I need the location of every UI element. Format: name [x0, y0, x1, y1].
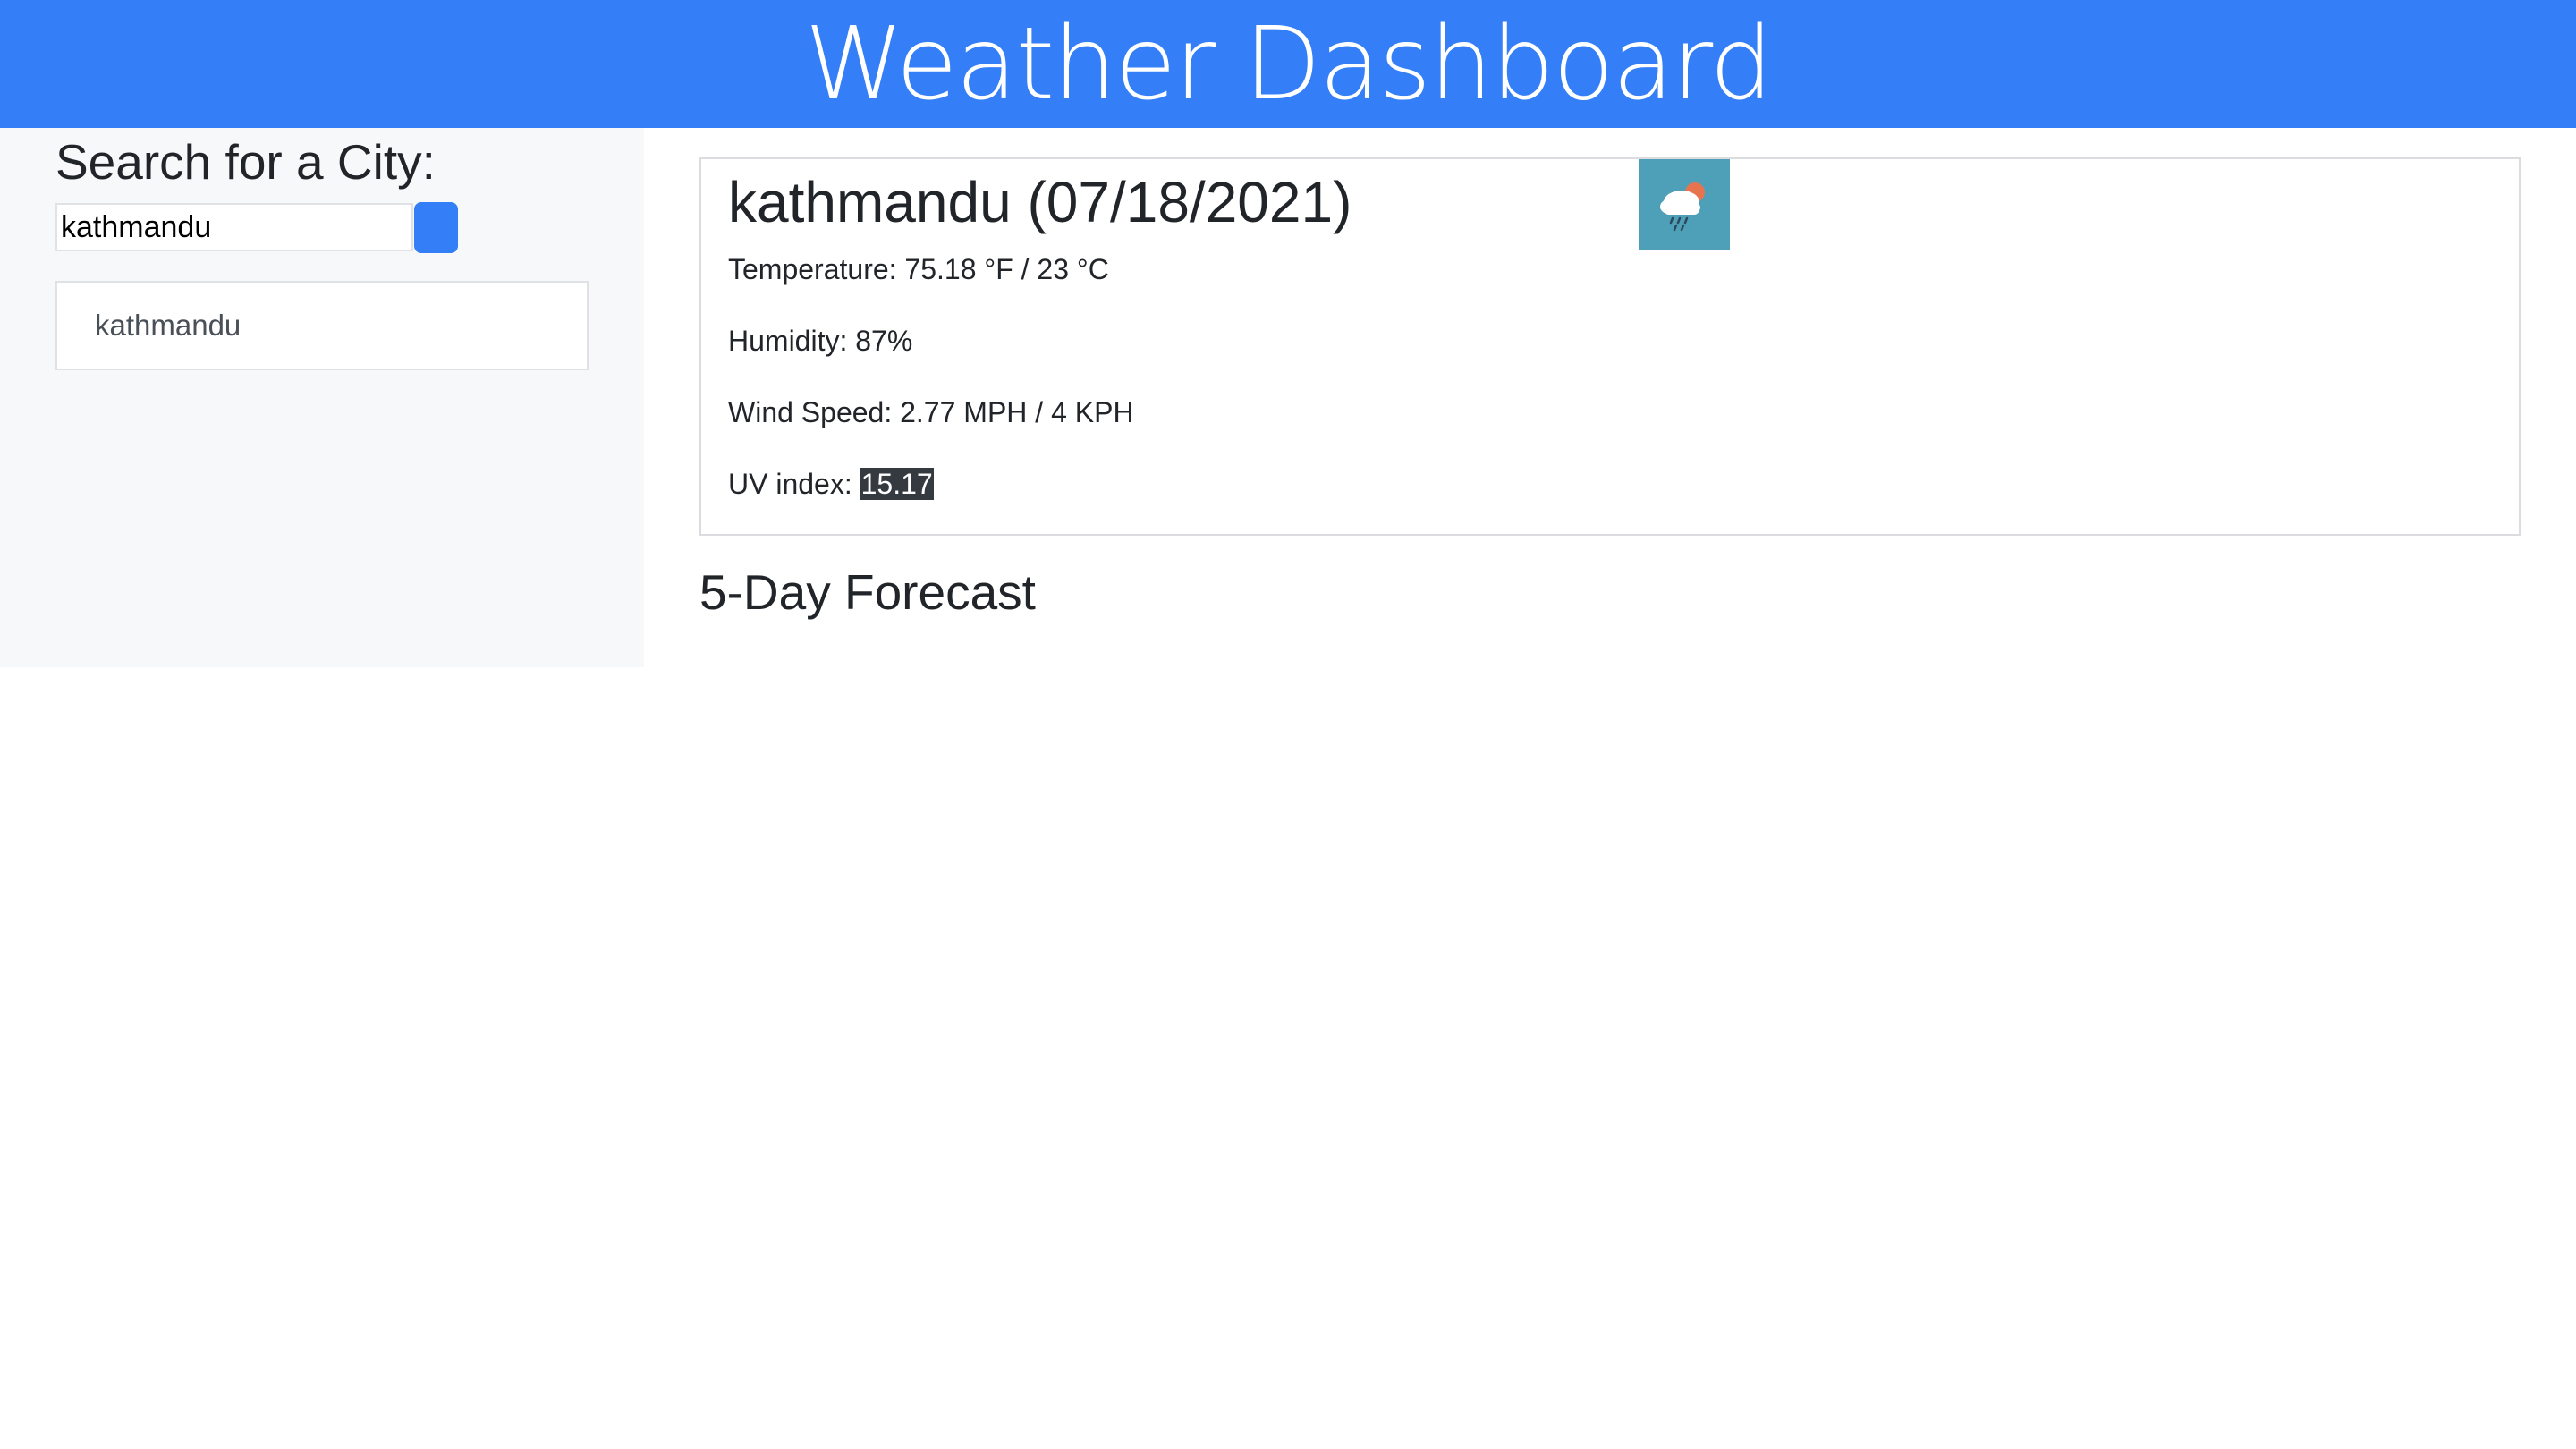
city-date-title: kathmandu (07/18/2021): [728, 170, 1352, 234]
search-heading: Search for a City:: [55, 133, 436, 190]
current-weather-card: kathmandu (07/18/2021) Temperature: 75.1…: [699, 157, 2521, 536]
weather-icon-graphic: [1660, 182, 1705, 232]
uv-index-label: UV index:: [728, 468, 860, 500]
history-item-kathmandu[interactable]: kathmandu: [55, 281, 589, 370]
search-history-list: kathmandu: [55, 281, 589, 370]
forecast-heading: 5-Day Forecast: [699, 564, 1036, 620]
rain-cloud-sun-icon: [1639, 159, 1730, 250]
city-search-input[interactable]: [55, 203, 413, 251]
app-header: Weather Dashboard: [0, 0, 2576, 128]
search-button[interactable]: [414, 202, 458, 253]
wind-speed-text: Wind Speed: 2.77 MPH / 4 KPH: [728, 396, 1134, 428]
uv-index-badge: 15.17: [860, 468, 934, 500]
uv-index-row: UV index: 15.17: [728, 468, 934, 501]
temperature-text: Temperature: 75.18 °F / 23 °C: [728, 253, 1109, 285]
page-title: Weather Dashboard: [804, 5, 1774, 123]
sidebar: Search for a City: kathmandu: [0, 128, 644, 667]
humidity-text: Humidity: 87%: [728, 325, 913, 357]
